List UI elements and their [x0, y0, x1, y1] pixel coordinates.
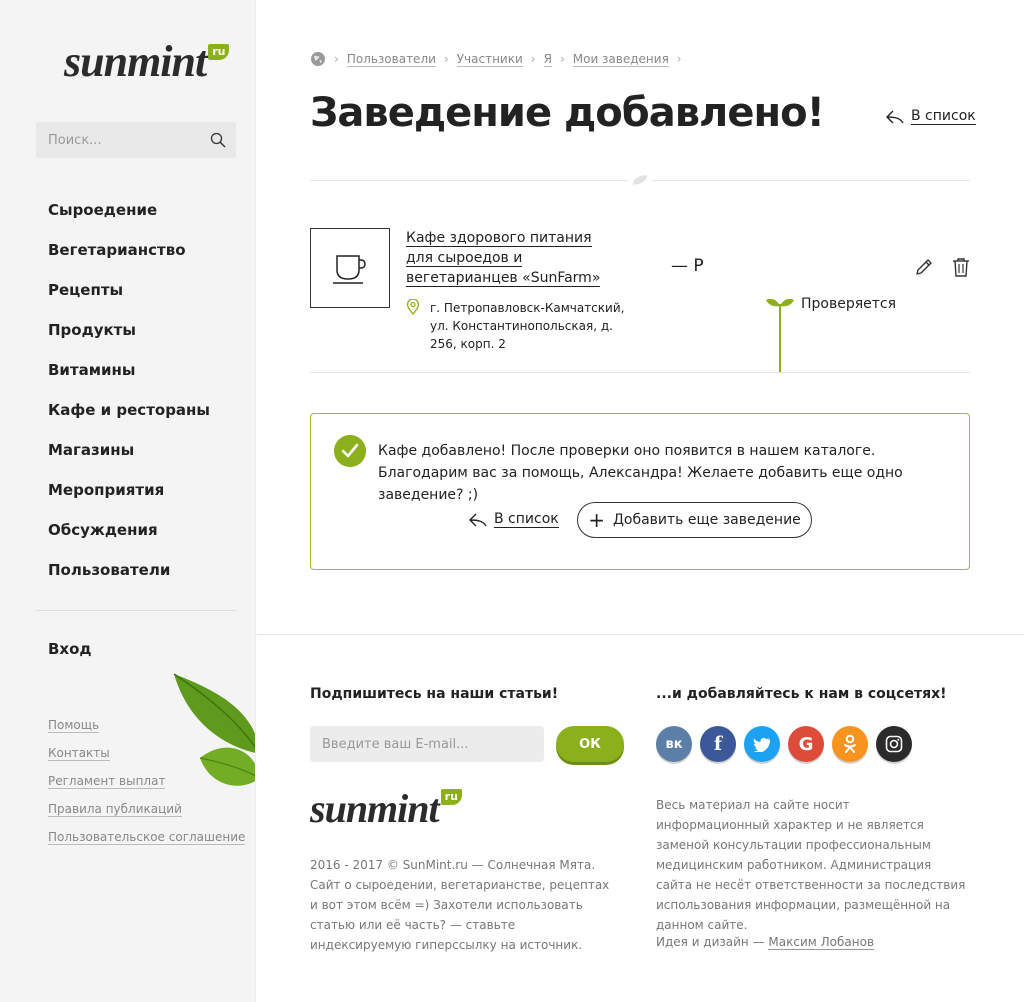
breadcrumb: › Пользователи › Участники › Я › Мои зав… [310, 51, 690, 67]
chevron-right-icon: › [559, 52, 565, 66]
logo-word: sunmint [64, 37, 207, 86]
leaf-divider-icon [628, 172, 652, 188]
nav-item-vegetarianism[interactable]: Вегетарианство [48, 237, 210, 277]
trash-delete-icon[interactable] [952, 257, 970, 277]
notice-message: Кафе добавлено! После проверки оно появи… [378, 443, 903, 503]
facebook-glyph: f [713, 733, 723, 755]
contacts-link[interactable]: Контакты [48, 746, 110, 761]
add-another-venue-label: Добавить еще заведение [612, 512, 801, 528]
globe-home-icon[interactable] [310, 51, 326, 67]
help-link[interactable]: Помощь [48, 718, 100, 733]
chevron-right-icon: › [334, 52, 339, 66]
google-glyph: G [798, 733, 814, 755]
email-input[interactable] [310, 726, 544, 762]
payouts-link[interactable]: Регламент выплат [48, 774, 166, 789]
venue-name-link[interactable]: Кафе здорового питания для сыроедов и ве… [406, 228, 621, 288]
sidebar-divider [36, 610, 236, 611]
social-title: ...и добавляйтесь к нам в соцсетях! [656, 686, 947, 702]
nav-item-vitamins[interactable]: Витамины [48, 357, 210, 397]
venue-address-text: г. Петропавловск-Камчатский, ул. Констан… [430, 301, 625, 351]
google-icon[interactable]: G [788, 726, 824, 762]
chevron-right-icon: › [530, 52, 536, 66]
twitter-icon[interactable] [744, 726, 780, 762]
instagram-icon[interactable] [876, 726, 912, 762]
twitter-bird-icon [753, 737, 770, 752]
footer: Подпишитесь на наши статьи! ОК sunmint r… [257, 634, 1024, 1002]
subscribe-title: Подпишитесь на наши статьи! [310, 686, 559, 702]
main-nav: Сыроедение Вегетарианство Рецепты Продук… [48, 197, 210, 597]
breadcrumb-users[interactable]: Пользователи [346, 52, 436, 67]
chevron-right-icon: › [676, 52, 682, 66]
odnoklassniki-icon[interactable] [832, 726, 868, 762]
social-links: вк f G [656, 726, 920, 762]
page-title: Заведение добавлено! [310, 90, 825, 136]
nav-item-products[interactable]: Продукты [48, 317, 210, 357]
reply-arrow-icon [469, 513, 487, 526]
search-box [36, 122, 236, 158]
site-logo[interactable]: sunmint ru [64, 37, 230, 86]
breadcrumb-me[interactable]: Я [543, 52, 552, 67]
venue-name: Кафе здорового питания для сыроедов и ве… [406, 230, 601, 287]
main-content: › Пользователи › Участники › Я › Мои зав… [257, 0, 1024, 634]
success-notice: Кафе добавлено! После проверки оно появи… [310, 413, 970, 570]
reply-arrow-icon [886, 110, 904, 123]
location-pin-icon [406, 299, 420, 315]
rules-link[interactable]: Правила публикаций [48, 802, 182, 817]
nav-item-events[interactable]: Мероприятия [48, 477, 210, 517]
search-icon[interactable] [210, 132, 226, 148]
vk-glyph: вк [665, 736, 683, 752]
plus-icon: + [588, 508, 605, 532]
instagram-camera-icon [885, 735, 903, 753]
notice-back-to-list-link[interactable]: В список [468, 511, 559, 528]
facebook-icon[interactable]: f [700, 726, 736, 762]
back-to-list-label: В список [911, 108, 976, 125]
search-input[interactable] [36, 122, 236, 158]
login-link[interactable]: Вход [48, 640, 92, 658]
agreement-link[interactable]: Пользовательское соглашение [48, 830, 246, 845]
logo-tld-badge: ru [208, 44, 230, 60]
footer-logo-word: sunmint [310, 786, 440, 831]
nav-item-shops[interactable]: Магазины [48, 437, 210, 477]
venue-thumbnail[interactable] [310, 228, 390, 308]
sidebar-link-agreement: Пользовательское соглашение [48, 830, 246, 858]
venue-price: — Р [671, 256, 704, 276]
breadcrumb-my-places[interactable]: Мои заведения [572, 52, 669, 67]
vk-icon[interactable]: вк [656, 726, 692, 762]
credits: Идея и дизайн — Максим Лобанов [656, 935, 875, 950]
copyright-text: 2016 - 2017 © SunMint.ru — Солнечная Мят… [310, 858, 610, 952]
status-label: Проверяется [801, 296, 897, 312]
pencil-edit-icon[interactable] [914, 257, 934, 277]
nav-item-users[interactable]: Пользователи [48, 557, 210, 597]
nav-item-recipes[interactable]: Рецепты [48, 277, 210, 317]
disclaimer-text: Весь материал на сайте носит информацион… [656, 798, 966, 932]
chevron-right-icon: › [443, 52, 449, 66]
back-to-list-link[interactable]: В список [885, 108, 976, 125]
subscribe-ok-button[interactable]: ОК [556, 726, 624, 762]
sidebar: sunmint ru Сыроедение Вегетарианство Рец… [0, 0, 256, 1002]
odnoklassniki-person-icon [844, 734, 856, 753]
footer-logo-tld-badge: ru [440, 789, 462, 805]
add-another-venue-button[interactable]: + Добавить еще заведение [577, 502, 812, 538]
section-divider [310, 172, 970, 188]
venue-status: Проверяется [766, 296, 906, 372]
nav-item-cafes[interactable]: Кафе и рестораны [48, 397, 210, 437]
venue-item: Кафе здорового питания для сыроедов и ве… [310, 228, 970, 373]
nav-item-discussions[interactable]: Обсуждения [48, 517, 210, 557]
venue-address: г. Петропавловск-Камчатский, ул. Констан… [406, 299, 640, 353]
decorative-leaf-icon [173, 673, 255, 786]
breadcrumb-members[interactable]: Участники [456, 52, 523, 67]
checkmark-icon [334, 435, 366, 467]
nav-item-raw-food[interactable]: Сыроедение [48, 197, 210, 237]
coffee-cup-icon [333, 255, 366, 284]
notice-back-label: В список [494, 511, 559, 528]
status-stem [779, 304, 781, 372]
footer-logo[interactable]: sunmint ru [310, 789, 462, 829]
credits-prefix: Идея и дизайн — [656, 935, 765, 949]
author-link[interactable]: Максим Лобанов [768, 935, 875, 950]
